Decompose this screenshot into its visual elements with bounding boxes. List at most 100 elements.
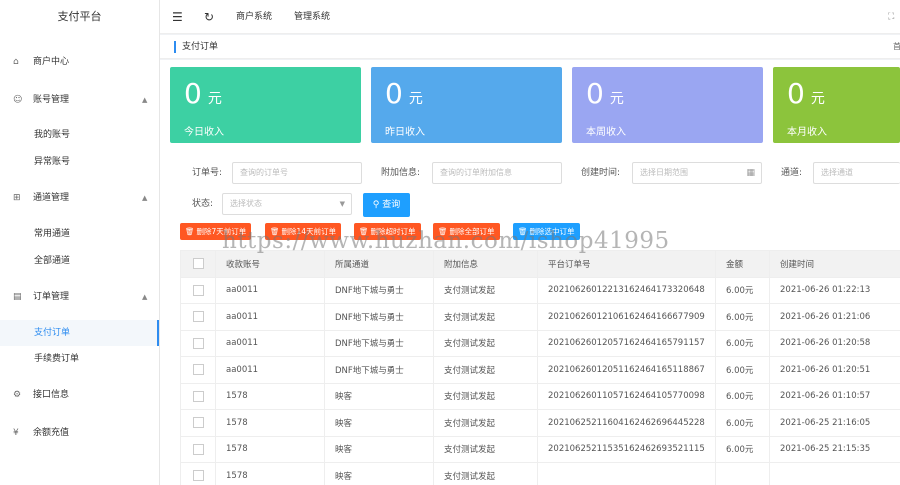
sidebar-item-merchant-center[interactable]: ⌂ 商户中心 (0, 49, 159, 75)
stat-unit: 元 (408, 91, 423, 107)
row-checkbox[interactable] (180, 435, 216, 463)
table-cell: 20210626012057162464165791157 (537, 329, 716, 357)
row-checkbox[interactable] (180, 462, 216, 485)
table-cell: 映客 (324, 382, 434, 410)
sidebar-item-common-channel[interactable]: 常用通道 (0, 221, 159, 247)
user-icon: ☺ (13, 95, 23, 105)
table-cell: 6.00元 (715, 382, 770, 410)
menu-toggle-icon[interactable]: ☰ (172, 0, 183, 34)
table-cell: 6.00元 (715, 276, 770, 304)
sidebar-item-order-mgmt[interactable]: ▤ 订单管理 ▲ (0, 284, 159, 310)
delete-selected-button[interactable]: 🗑 删除选中订单 (513, 223, 580, 240)
sidebar-item-label: 商户中心 (33, 57, 70, 67)
table-cell: 20210626012213162464173320648 (537, 276, 716, 304)
table-cell: 20210626012106162464166677909 (537, 303, 716, 331)
delete-timeout-button[interactable]: 🗑 删除超时订单 (354, 223, 421, 240)
extra-info-label: 附加信息: (381, 168, 421, 178)
channel-select[interactable]: 选择通道 (813, 162, 900, 184)
status-select[interactable]: 选择状态 ▼ (222, 193, 352, 215)
chevron-up-icon: ▲ (142, 293, 148, 301)
sidebar-item-channel-mgmt[interactable]: ⊞ 通道管理 ▲ (0, 185, 159, 211)
checkbox-box (192, 364, 204, 376)
sidebar-item-account-mgmt[interactable]: ☺ 账号管理 ▲ (0, 87, 159, 113)
stat-caption: 今日收入 (184, 127, 224, 138)
sidebar-item-abnormal-account[interactable]: 异常账号 (0, 149, 159, 175)
table-cell: 支付测试发起 (433, 462, 538, 485)
row-checkbox[interactable] (180, 276, 216, 304)
table-cell: DNF地下城与勇士 (324, 276, 434, 304)
status-placeholder: 选择状态 (230, 199, 262, 208)
query-button[interactable]: ⚲ 查询 (363, 193, 410, 217)
calendar-icon: ▦ (746, 168, 755, 178)
main-content: 0元 今日收入 0元 昨日收入 0元 本周收入 0元 本月收入 订单号: 查询的… (160, 60, 900, 485)
extra-info-input[interactable]: 查询的订单附加信息 (432, 162, 562, 184)
table-row[interactable]: aa0011 DNF地下城与勇士 支付测试发起 2021062601205116246… (180, 356, 900, 384)
stat-card-week: 0元 本周收入 (572, 67, 763, 143)
sidebar-item-label: 常用通道 (34, 229, 71, 239)
sidebar-item-label: 支付订单 (34, 328, 71, 338)
sidebar-item-payment-orders[interactable]: 支付订单 (0, 320, 159, 346)
table-row[interactable]: aa0011 DNF地下城与勇士 支付测试发起 2021062601210616246… (180, 303, 900, 331)
date-range-input[interactable]: 选择日期范围 ▦ (632, 162, 762, 184)
sidebar-item-all-channels[interactable]: 全部通道 (0, 248, 159, 274)
trash-icon: 🗑 (518, 227, 528, 236)
table-row[interactable]: 1578 映客 支付测试发起 2021062521153516246269352111… (180, 435, 900, 463)
nav-admin-system[interactable]: 管理系统 (294, 0, 330, 34)
row-checkbox[interactable] (180, 329, 216, 357)
sidebar-item-balance-recharge[interactable]: ¥ 余额充值 (0, 420, 159, 446)
checkbox-box (192, 337, 204, 349)
table-row[interactable]: 1578 映客 支付测试发起 2021062601105716246410577009… (180, 382, 900, 410)
table-cell: aa0011 (215, 276, 325, 304)
row-checkbox[interactable] (180, 303, 216, 331)
sidebar-item-label: 账号管理 (33, 95, 70, 105)
table-cell: 支付测试发起 (433, 329, 538, 357)
row-checkbox[interactable] (180, 409, 216, 437)
trash-icon: 🗑 (270, 227, 280, 236)
sidebar-item-api-info[interactable]: ⚙ 接口信息 (0, 382, 159, 408)
breadcrumb-current-tab[interactable]: 支付订单 (174, 41, 218, 53)
table-cell: DNF地下城与勇士 (324, 329, 434, 357)
order-no-label: 订单号: (192, 168, 223, 178)
fullscreen-icon[interactable]: ⛶ (888, 0, 894, 34)
select-all-checkbox[interactable] (180, 250, 216, 278)
delete-7days-button[interactable]: 🗑 删除7天前订单 (180, 223, 252, 240)
trash-icon: 🗑 (185, 227, 195, 236)
column-header: 创建时间 (769, 250, 900, 278)
delete-all-button[interactable]: 🗑 删除全部订单 (433, 223, 500, 240)
search-icon: ⚲ (372, 200, 380, 210)
table-row[interactable]: 1578 映客 支付测试发起 (180, 462, 900, 485)
table-row[interactable]: 1578 映客 支付测试发起 2021062521160416246269644522… (180, 409, 900, 437)
stat-caption: 昨日收入 (385, 127, 425, 138)
delete-14days-button[interactable]: 🗑 删除14天前订单 (265, 223, 342, 240)
stat-value: 0 (787, 77, 805, 110)
table-cell: 支付测试发起 (433, 435, 538, 463)
row-checkbox[interactable] (180, 356, 216, 384)
home-tab-link[interactable]: 首 (893, 41, 900, 53)
table-cell: 2021-06-25 21:15:35 (769, 435, 900, 463)
gear-icon: ⚙ (13, 390, 22, 400)
stat-card-yesterday: 0元 昨日收入 (371, 67, 562, 143)
table-cell: 2021-06-26 01:20:58 (769, 329, 900, 357)
table-cell: 1578 (215, 409, 325, 437)
stat-value: 0 (184, 77, 202, 110)
refresh-icon[interactable]: ↻ (204, 0, 214, 34)
column-header: 附加信息 (433, 250, 538, 278)
checkbox-box (192, 390, 204, 402)
sidebar-item-fee-orders[interactable]: 手续费订单 (0, 346, 159, 372)
table-cell (537, 462, 716, 485)
table-cell: 2021-06-25 21:16:05 (769, 409, 900, 437)
checkbox-box (192, 443, 204, 455)
button-label: 删除选中订单 (529, 227, 575, 236)
button-label: 删除超时订单 (370, 227, 416, 236)
table-row[interactable]: aa0011 DNF地下城与勇士 支付测试发起 2021062601221316246… (180, 276, 900, 304)
checkbox-box (192, 311, 204, 323)
stat-value: 0 (385, 77, 403, 110)
checkbox-box (192, 470, 204, 482)
row-checkbox[interactable] (180, 382, 216, 410)
order-no-input[interactable]: 查询的订单号 (232, 162, 362, 184)
table-row[interactable]: aa0011 DNF地下城与勇士 支付测试发起 2021062601205716246… (180, 329, 900, 357)
chevron-up-icon: ▲ (142, 194, 148, 202)
stat-value: 0 (586, 77, 604, 110)
sidebar-item-my-account[interactable]: 我的账号 (0, 122, 159, 148)
nav-merchant-system[interactable]: 商户系统 (236, 0, 272, 34)
